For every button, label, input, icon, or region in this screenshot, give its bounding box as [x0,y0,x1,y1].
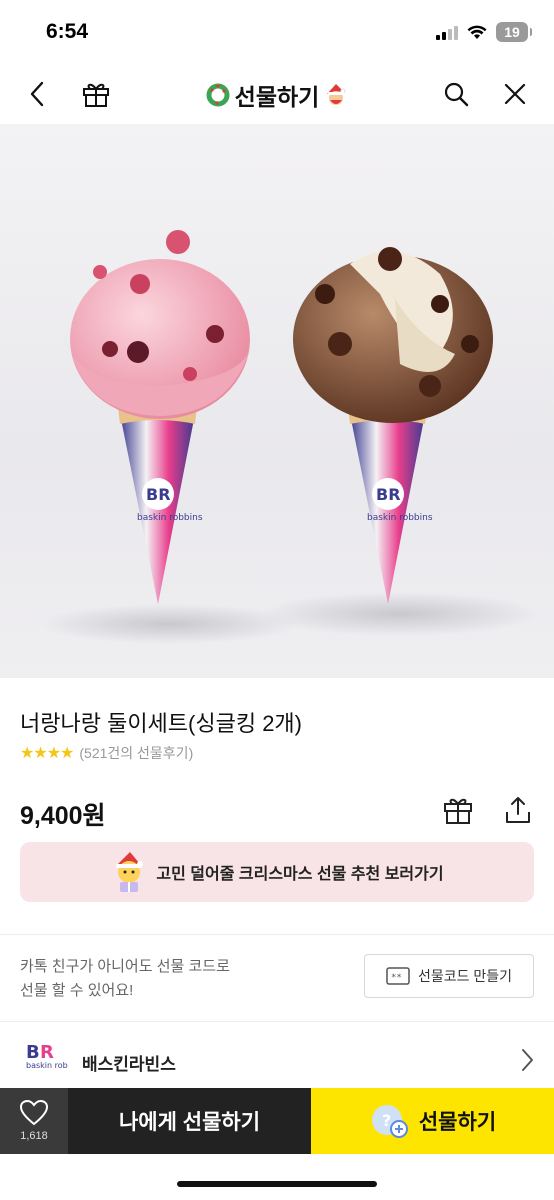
brand-row[interactable]: B R baskin robbins 배스킨라빈스 [0,1022,554,1088]
create-gift-code-label: 선물코드 만들기 [417,968,513,984]
product-image[interactable]: BR baskin robbins BR baskin robbins [0,124,554,678]
like-button[interactable]: 1,618 [0,1088,68,1154]
svg-text:BR: BR [146,485,171,504]
baskin-robbins-logo: B R baskin robbins [26,1042,68,1070]
rating-stars-icon: ★★★★ [20,745,74,762]
product-title: 너랑나랑 둘이세트(싱글킹 2개) [20,711,302,736]
gift-button[interactable]: ? 선물하기 [311,1088,554,1154]
svg-text:**: ** [391,973,402,983]
search-button[interactable] [436,74,476,114]
share-icon[interactable] [502,794,534,826]
section-divider [0,934,554,935]
status-indicators: 19 [436,22,532,42]
ice-cream-illustration: BR baskin robbins BR baskin robbins [40,230,540,644]
close-button[interactable] [495,74,535,114]
page-title-text: 선물하기 [234,84,320,110]
review-count[interactable]: (521건의 선물후기) [79,743,193,763]
svg-text:BR: BR [376,485,401,504]
battery-indicator: 19 [496,22,532,42]
code-icon: ** [386,967,410,985]
nav-bar: 선물하기 [0,64,554,124]
gift-code-description-line2: 선물 할 수 있어요! [20,982,134,999]
svg-text:B: B [26,1042,40,1063]
search-icon [444,82,469,107]
brand-logo-text: baskin robbins [26,1061,68,1070]
brand-name[interactable]: 배스킨라빈스 [82,1050,176,1075]
santa-icon [327,84,346,105]
rating-row[interactable]: ★★★★ (521건의 선물후기) [20,743,193,763]
status-bar: 6:54 19 [0,0,554,64]
create-gift-code-button[interactable]: ** 선물코드 만들기 [364,954,534,998]
cone-logo-text-right: baskin robbins [367,513,433,523]
christmas-recommendation-banner[interactable]: 고민 덜어줄 크리스마스 선물 추천 보러가기 [20,842,534,902]
gift-code-description-line1: 카톡 친구가 아니어도 선물 코드로 [20,958,230,975]
character-icon [116,852,144,892]
status-time: 6:54 [46,20,89,43]
svg-text:R: R [40,1042,54,1063]
gift-to-self-button[interactable]: 나에게 선물하기 [68,1088,311,1154]
like-count: 1,618 [20,1130,48,1142]
cone-logo-text-left: baskin robbins [137,513,203,523]
gift-wrap-icon[interactable] [442,794,474,826]
price-actions [442,794,534,826]
product-price: 9,400원 [20,802,106,830]
gift-label: 선물하기 [418,1111,497,1134]
gift-to-self-label: 나에게 선물하기 [118,1111,261,1134]
svg-text:?: ? [382,1111,391,1130]
heart-icon [20,1100,48,1126]
wreath-icon [206,83,230,107]
wifi-icon [467,25,487,39]
add-friend-icon: ? [371,1105,408,1138]
bottom-action-bar: 1,618 나에게 선물하기 ? 선물하기 [0,1088,554,1154]
cellular-signal-icon [436,24,458,40]
close-icon [504,83,526,105]
chevron-right-icon[interactable] [520,1048,534,1072]
gift-code-description: 카톡 친구가 아니어도 선물 코드로 선물 할 수 있어요! [20,955,300,1003]
home-indicator[interactable] [177,1181,377,1187]
banner-text: 고민 덜어줄 크리스마스 선물 추천 보러가기 [156,866,444,883]
